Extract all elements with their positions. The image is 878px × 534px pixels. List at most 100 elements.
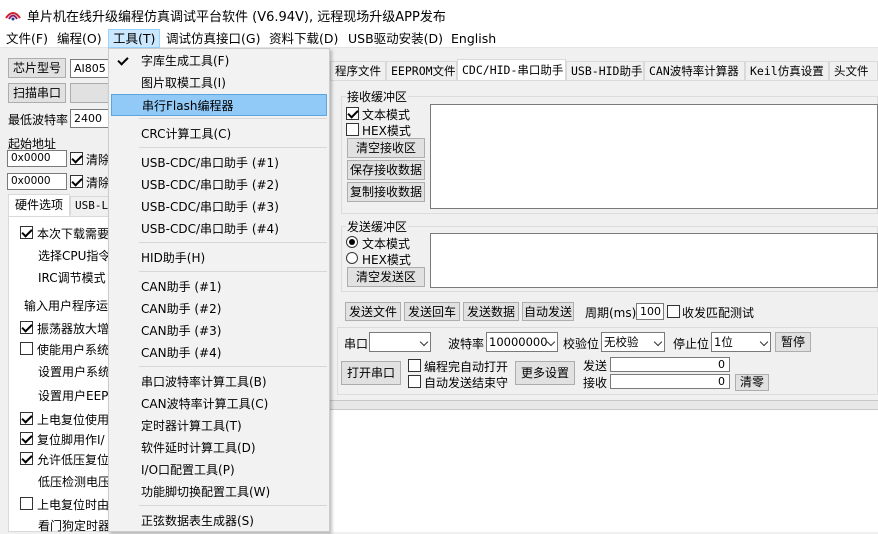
tools-menu-item[interactable]: CAN助手 (#1) (109, 276, 329, 298)
tools-menu-item[interactable]: 定时器计算工具(T) (109, 415, 329, 437)
log-area[interactable] (330, 410, 878, 532)
open-port-button[interactable]: 打开串口 (341, 361, 401, 385)
menu-program[interactable]: 编程(O) (53, 29, 106, 48)
tools-menu-item[interactable]: CAN助手 (#4) (109, 342, 329, 364)
chevron-down-icon (419, 337, 429, 347)
menu-tools[interactable]: 工具(T) (108, 29, 161, 48)
port-select[interactable] (70, 83, 110, 103)
tools-menu-item[interactable]: CAN波特率计算工具(C) (109, 393, 329, 415)
send-file-button[interactable]: 发送文件 (345, 302, 401, 321)
tab-item[interactable]: 头文件 (829, 61, 878, 80)
app-logo-icon (5, 6, 21, 22)
receive-buffer-title: 接收缓冲区 (346, 88, 409, 105)
option-checkbox[interactable] (20, 432, 33, 445)
tools-menu-item[interactable]: HID助手(H) (109, 247, 329, 269)
tools-menu-item[interactable]: USB-CDC/串口助手 (#1) (109, 152, 329, 174)
menu-english[interactable]: English (447, 29, 500, 48)
chip-model-field[interactable]: AI805 (70, 59, 110, 78)
tab-item[interactable]: 程序文件 (330, 61, 386, 80)
menu-usb-driver[interactable]: USB驱动安装(D) (344, 29, 447, 48)
auto-close-label: 自动发送结束守 (424, 376, 509, 390)
receive-text-mode-label: 文本模式 (362, 108, 411, 122)
clear-send-button[interactable]: 清空发送区 (347, 267, 425, 287)
menu-file[interactable]: 文件(F) (2, 29, 52, 48)
receive-count-label: 接收 (583, 376, 608, 390)
tools-menu-item[interactable]: 正弦数据表生成器(S) (109, 510, 329, 532)
receive-text-area[interactable] (430, 104, 878, 209)
send-hex-mode-radio[interactable] (346, 252, 358, 264)
port-combo[interactable] (369, 332, 431, 352)
tools-menu-item[interactable]: I/O口配置工具(P) (109, 459, 329, 481)
tools-menu-item[interactable]: CAN助手 (#2) (109, 298, 329, 320)
auto-open-checkbox[interactable] (408, 359, 421, 372)
match-test-checkbox[interactable] (667, 305, 680, 318)
option-label: 允许低压复位 (37, 453, 110, 467)
stop-bits-label: 停止位 (673, 337, 710, 351)
scan-port-button[interactable]: 扫描串口 (8, 83, 66, 103)
receive-hex-mode-checkbox[interactable] (346, 123, 359, 136)
option-label: 设置用户系统 (38, 365, 110, 379)
menu-separator (139, 271, 327, 272)
start-address-2[interactable]: 0x0000 (7, 173, 67, 190)
clear-count-button[interactable]: 清零 (735, 374, 769, 391)
stop-bits-combo[interactable]: 1位 (711, 332, 771, 352)
auto-close-checkbox[interactable] (408, 375, 421, 388)
splitter[interactable] (330, 400, 878, 410)
option-checkbox[interactable] (20, 412, 33, 425)
baud-combo[interactable]: 10000000 (486, 332, 558, 352)
clear-2-checkbox[interactable] (70, 175, 83, 188)
send-buffer-title: 发送缓冲区 (346, 218, 409, 235)
menu-debug[interactable]: 调试仿真接口(G) (162, 29, 264, 48)
option-label: 本次下载需要 (37, 227, 110, 241)
clear-1-checkbox[interactable] (70, 152, 83, 165)
tab-item[interactable]: USB-HID助手 (566, 61, 644, 80)
min-baud-label: 最低波特率 (8, 113, 69, 127)
save-receive-button[interactable]: 保存接收数据 (347, 160, 425, 180)
window-title: 单片机在线升级编程仿真调试平台软件 (V6.94V), 远程现场升级APP发布 (27, 10, 446, 25)
tools-menu-item[interactable]: USB-CDC/串口助手 (#4) (109, 218, 329, 240)
send-text-area[interactable] (430, 233, 878, 288)
option-checkbox[interactable] (20, 452, 33, 465)
clear-receive-button[interactable]: 清空接收区 (347, 138, 425, 158)
tools-menu-item[interactable]: USB-CDC/串口助手 (#3) (109, 196, 329, 218)
send-return-button[interactable]: 发送回车 (404, 302, 460, 321)
send-count-label: 发送 (583, 359, 608, 373)
tab-item[interactable]: CDC/HID-串口助手 (457, 59, 566, 81)
receive-text-mode-checkbox[interactable] (346, 107, 359, 120)
tools-menu-item[interactable]: USB-CDC/串口助手 (#2) (109, 174, 329, 196)
tools-menu-item[interactable]: 软件延时计算工具(D) (109, 437, 329, 459)
tools-menu-item[interactable]: CAN助手 (#3) (109, 320, 329, 342)
option-checkbox[interactable] (20, 497, 33, 510)
tab-item[interactable]: EEPROM文件 (386, 61, 457, 80)
tools-menu-item[interactable]: 串口波特率计算工具(B) (109, 371, 329, 393)
tools-menu-item[interactable]: 字库生成工具(F) (109, 50, 329, 72)
copy-receive-button[interactable]: 复制接收数据 (347, 182, 425, 202)
start-address-1[interactable]: 0x0000 (7, 150, 67, 167)
option-checkbox[interactable] (20, 342, 33, 355)
send-data-button[interactable]: 发送数据 (463, 302, 519, 321)
tab-item[interactable]: Keil仿真设置 (745, 61, 829, 80)
tools-menu-item[interactable]: 串行Flash编程器 (111, 94, 327, 116)
option-label: 上电复位时由 (37, 498, 110, 512)
tab-usb-link[interactable]: USB-L (70, 196, 110, 215)
tools-menu-item[interactable]: CRC计算工具(C) (109, 123, 329, 145)
min-baud-field[interactable]: 2400 (70, 109, 110, 128)
option-checkbox[interactable] (20, 321, 33, 334)
receive-count-field: 0 (610, 374, 730, 389)
send-text-mode-radio[interactable] (346, 236, 358, 248)
option-label: 输入用户程序运 (24, 299, 109, 313)
option-label: 看门狗定时器 (38, 519, 110, 533)
tab-item[interactable]: CAN波特率计算器 (644, 61, 745, 80)
tools-menu-item[interactable]: 图片取模工具(I) (109, 72, 329, 94)
menu-bar: 文件(F) 编程(O) 工具(T) 调试仿真接口(G) 资料下载(D) USB驱… (0, 28, 878, 48)
tab-hardware-options[interactable]: 硬件选项 (8, 194, 70, 216)
option-checkbox[interactable] (20, 226, 33, 239)
menu-download[interactable]: 资料下载(D) (265, 29, 342, 48)
auto-send-button[interactable]: 自动发送 (522, 302, 574, 321)
parity-combo[interactable]: 无校验 (601, 332, 665, 352)
pause-button[interactable]: 暂停 (775, 332, 811, 352)
more-settings-button[interactable]: 更多设置 (515, 361, 575, 385)
tools-menu-item[interactable]: 功能脚切换配置工具(W) (109, 481, 329, 503)
chip-model-button[interactable]: 芯片型号 (8, 58, 66, 78)
period-input[interactable]: 100 (636, 303, 664, 320)
